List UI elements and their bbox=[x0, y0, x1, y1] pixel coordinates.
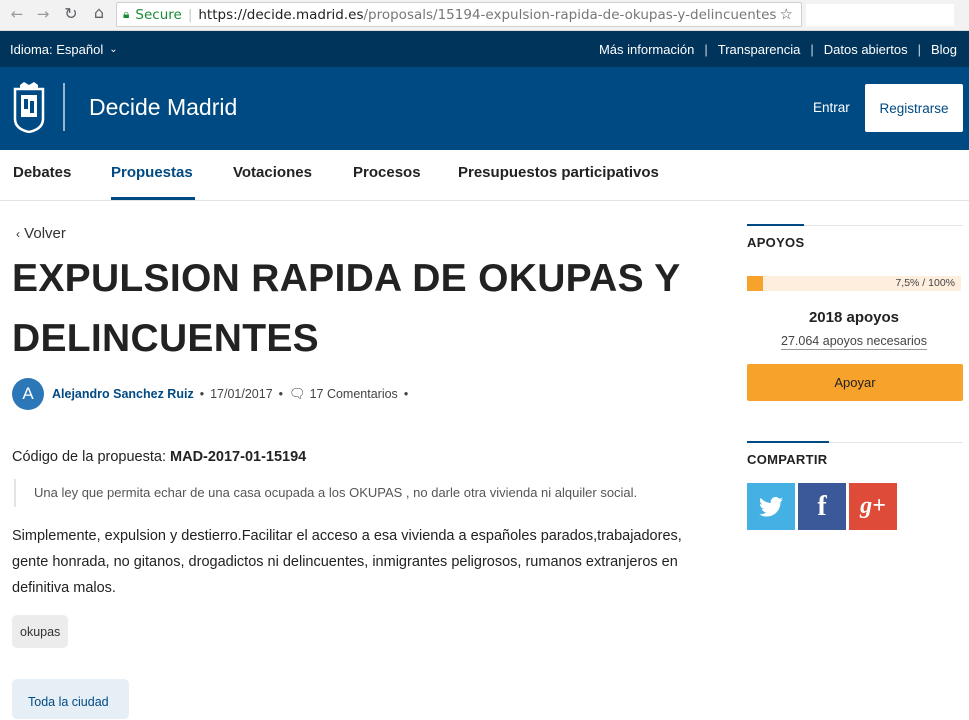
proposal-title: EXPULSION RAPIDA DE OKUPAS Y DELINCUENTE… bbox=[12, 257, 680, 360]
proposal-code: MAD-2017-01-15194 bbox=[170, 449, 307, 465]
browser-toolbar: ← → ↻ ⌂ 🔒︎ Secure | https://decide.madri… bbox=[0, 0, 969, 31]
extension-area bbox=[806, 4, 954, 26]
code-label: Código de la propuesta: bbox=[12, 449, 166, 465]
share-heading: COMPARTIR bbox=[747, 452, 828, 467]
sidebar-heading-accent bbox=[747, 441, 829, 443]
sidebar-heading-accent bbox=[747, 224, 804, 226]
bookmark-star-icon[interactable]: ☆ bbox=[780, 5, 793, 23]
divider: | bbox=[704, 41, 708, 57]
twitter-icon bbox=[759, 496, 783, 516]
login-link[interactable]: Entrar bbox=[813, 100, 850, 115]
meta-separator: • bbox=[199, 387, 205, 401]
secure-label: Secure bbox=[135, 6, 182, 23]
proposal-date: 17/01/2017 bbox=[210, 387, 273, 401]
divider: | bbox=[810, 41, 814, 57]
divider: | bbox=[917, 41, 921, 57]
main-navigation: Debates Propuestas Votaciones Procesos P… bbox=[0, 150, 969, 201]
support-button[interactable]: Apoyar bbox=[747, 364, 963, 401]
supports-needed: 27.064 apoyos necesarios bbox=[747, 334, 961, 350]
tag-okupas[interactable]: okupas bbox=[12, 615, 69, 648]
logo-divider bbox=[63, 83, 65, 131]
link-datos-abiertos[interactable]: Datos abiertos bbox=[824, 42, 908, 57]
supports-heading: APOYOS bbox=[747, 235, 805, 250]
back-link[interactable]: ‹ Volver bbox=[16, 225, 66, 242]
supports-needed-label: 27.064 apoyos necesarios bbox=[781, 334, 927, 350]
facebook-icon: f bbox=[817, 490, 827, 522]
omnibox-separator: | bbox=[187, 6, 193, 23]
nav-votaciones[interactable]: Votaciones bbox=[233, 164, 312, 181]
proposal-code-line: Código de la propuesta: MAD-2017-01-1519… bbox=[12, 449, 306, 465]
reload-icon[interactable]: ↻ bbox=[60, 4, 82, 23]
home-icon[interactable]: ⌂ bbox=[88, 3, 110, 22]
address-bar[interactable]: 🔒︎ Secure | https://decide.madrid.es/pro… bbox=[116, 2, 802, 27]
link-transparencia[interactable]: Transparencia bbox=[718, 42, 801, 57]
proposal-summary: Una ley que permita echar de una casa oc… bbox=[14, 479, 674, 507]
url-host: https://decide.madrid.es bbox=[198, 6, 364, 23]
share-facebook-button[interactable]: f bbox=[798, 483, 846, 530]
active-nav-indicator bbox=[111, 197, 195, 200]
share-twitter-button[interactable] bbox=[747, 483, 795, 530]
share-google-plus-button[interactable]: g+ bbox=[849, 483, 897, 530]
nav-procesos[interactable]: Procesos bbox=[353, 164, 421, 181]
nav-presupuestos-participativos[interactable]: Presupuestos participativos bbox=[458, 164, 659, 181]
back-label: Volver bbox=[24, 225, 66, 242]
chevron-left-icon: ‹ bbox=[16, 227, 20, 241]
link-blog[interactable]: Blog bbox=[931, 42, 957, 57]
proposal-description: Simplemente, expulsion y destierro.Facil… bbox=[12, 528, 682, 596]
nav-propuestas[interactable]: Propuestas bbox=[111, 164, 193, 181]
progress-label: 7,5% / 100% bbox=[895, 277, 955, 289]
language-label: Idioma: Español bbox=[10, 41, 104, 57]
site-name[interactable]: Decide Madrid bbox=[89, 94, 237, 121]
url-path: /proposals/15194-expulsion-rapida-de-oku… bbox=[363, 6, 777, 23]
register-button[interactable]: Registrarse bbox=[865, 84, 963, 132]
madrid-coat-of-arms-logo[interactable] bbox=[12, 81, 46, 133]
supports-count: 2018 apoyos bbox=[808, 309, 900, 326]
google-plus-icon: g+ bbox=[860, 493, 886, 519]
nav-debates[interactable]: Debates bbox=[13, 164, 71, 181]
top-info-bar: Idioma: Español ⌄ Más información | Tran… bbox=[0, 31, 969, 67]
forward-arrow-icon[interactable]: → bbox=[32, 5, 54, 23]
top-links: Más información | Transparencia | Datos … bbox=[599, 42, 957, 57]
proposal-meta: A Alejandro Sanchez Ruiz • 17/01/2017 • … bbox=[12, 378, 414, 410]
comments-link[interactable]: 17 Comentarios bbox=[310, 387, 398, 401]
comments-icon: 🗨︎ bbox=[289, 386, 306, 401]
lock-icon: 🔒︎ bbox=[123, 7, 130, 21]
author-name[interactable]: Alejandro Sanchez Ruiz bbox=[52, 387, 194, 401]
avatar: A bbox=[12, 378, 44, 410]
supports-progress-fill bbox=[747, 276, 764, 291]
supports-progress-bar: 7,5% / 100% bbox=[747, 276, 961, 291]
language-selector[interactable]: Idioma: Español ⌄ bbox=[10, 42, 118, 57]
meta-separator: • bbox=[403, 387, 409, 401]
meta-separator: • bbox=[278, 387, 284, 401]
back-arrow-icon[interactable]: ← bbox=[6, 5, 28, 23]
geozone-tag[interactable]: Toda la ciudad bbox=[12, 679, 129, 719]
chevron-down-icon: ⌄ bbox=[109, 43, 118, 55]
site-header: Decide Madrid Entrar Registrarse bbox=[0, 67, 969, 150]
link-mas-informacion[interactable]: Más información bbox=[599, 42, 694, 57]
